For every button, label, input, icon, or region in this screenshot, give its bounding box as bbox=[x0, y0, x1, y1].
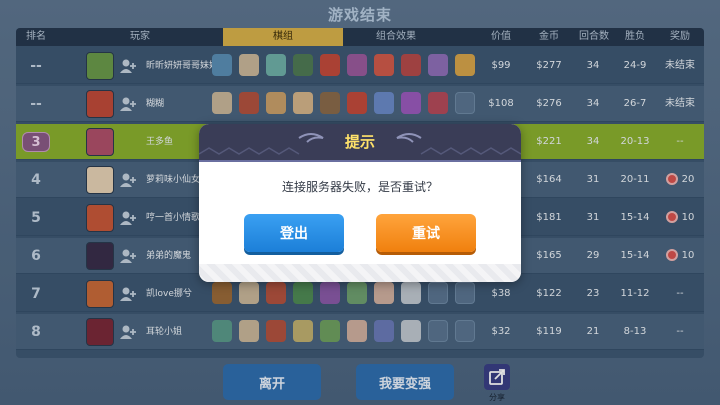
dialog-title: 提示 bbox=[344, 133, 375, 151]
dialog-message: 连接服务器失败，是否重试？ bbox=[281, 180, 438, 194]
dialog-footer-pattern bbox=[199, 264, 521, 282]
dialog-header: 提示 bbox=[199, 124, 521, 162]
logout-button[interactable]: 登出 bbox=[244, 214, 344, 252]
retry-dialog: 提示 连接服务器失败，是否重试？ 登出 重试 bbox=[199, 124, 521, 282]
retry-button[interactable]: 重试 bbox=[376, 214, 476, 252]
